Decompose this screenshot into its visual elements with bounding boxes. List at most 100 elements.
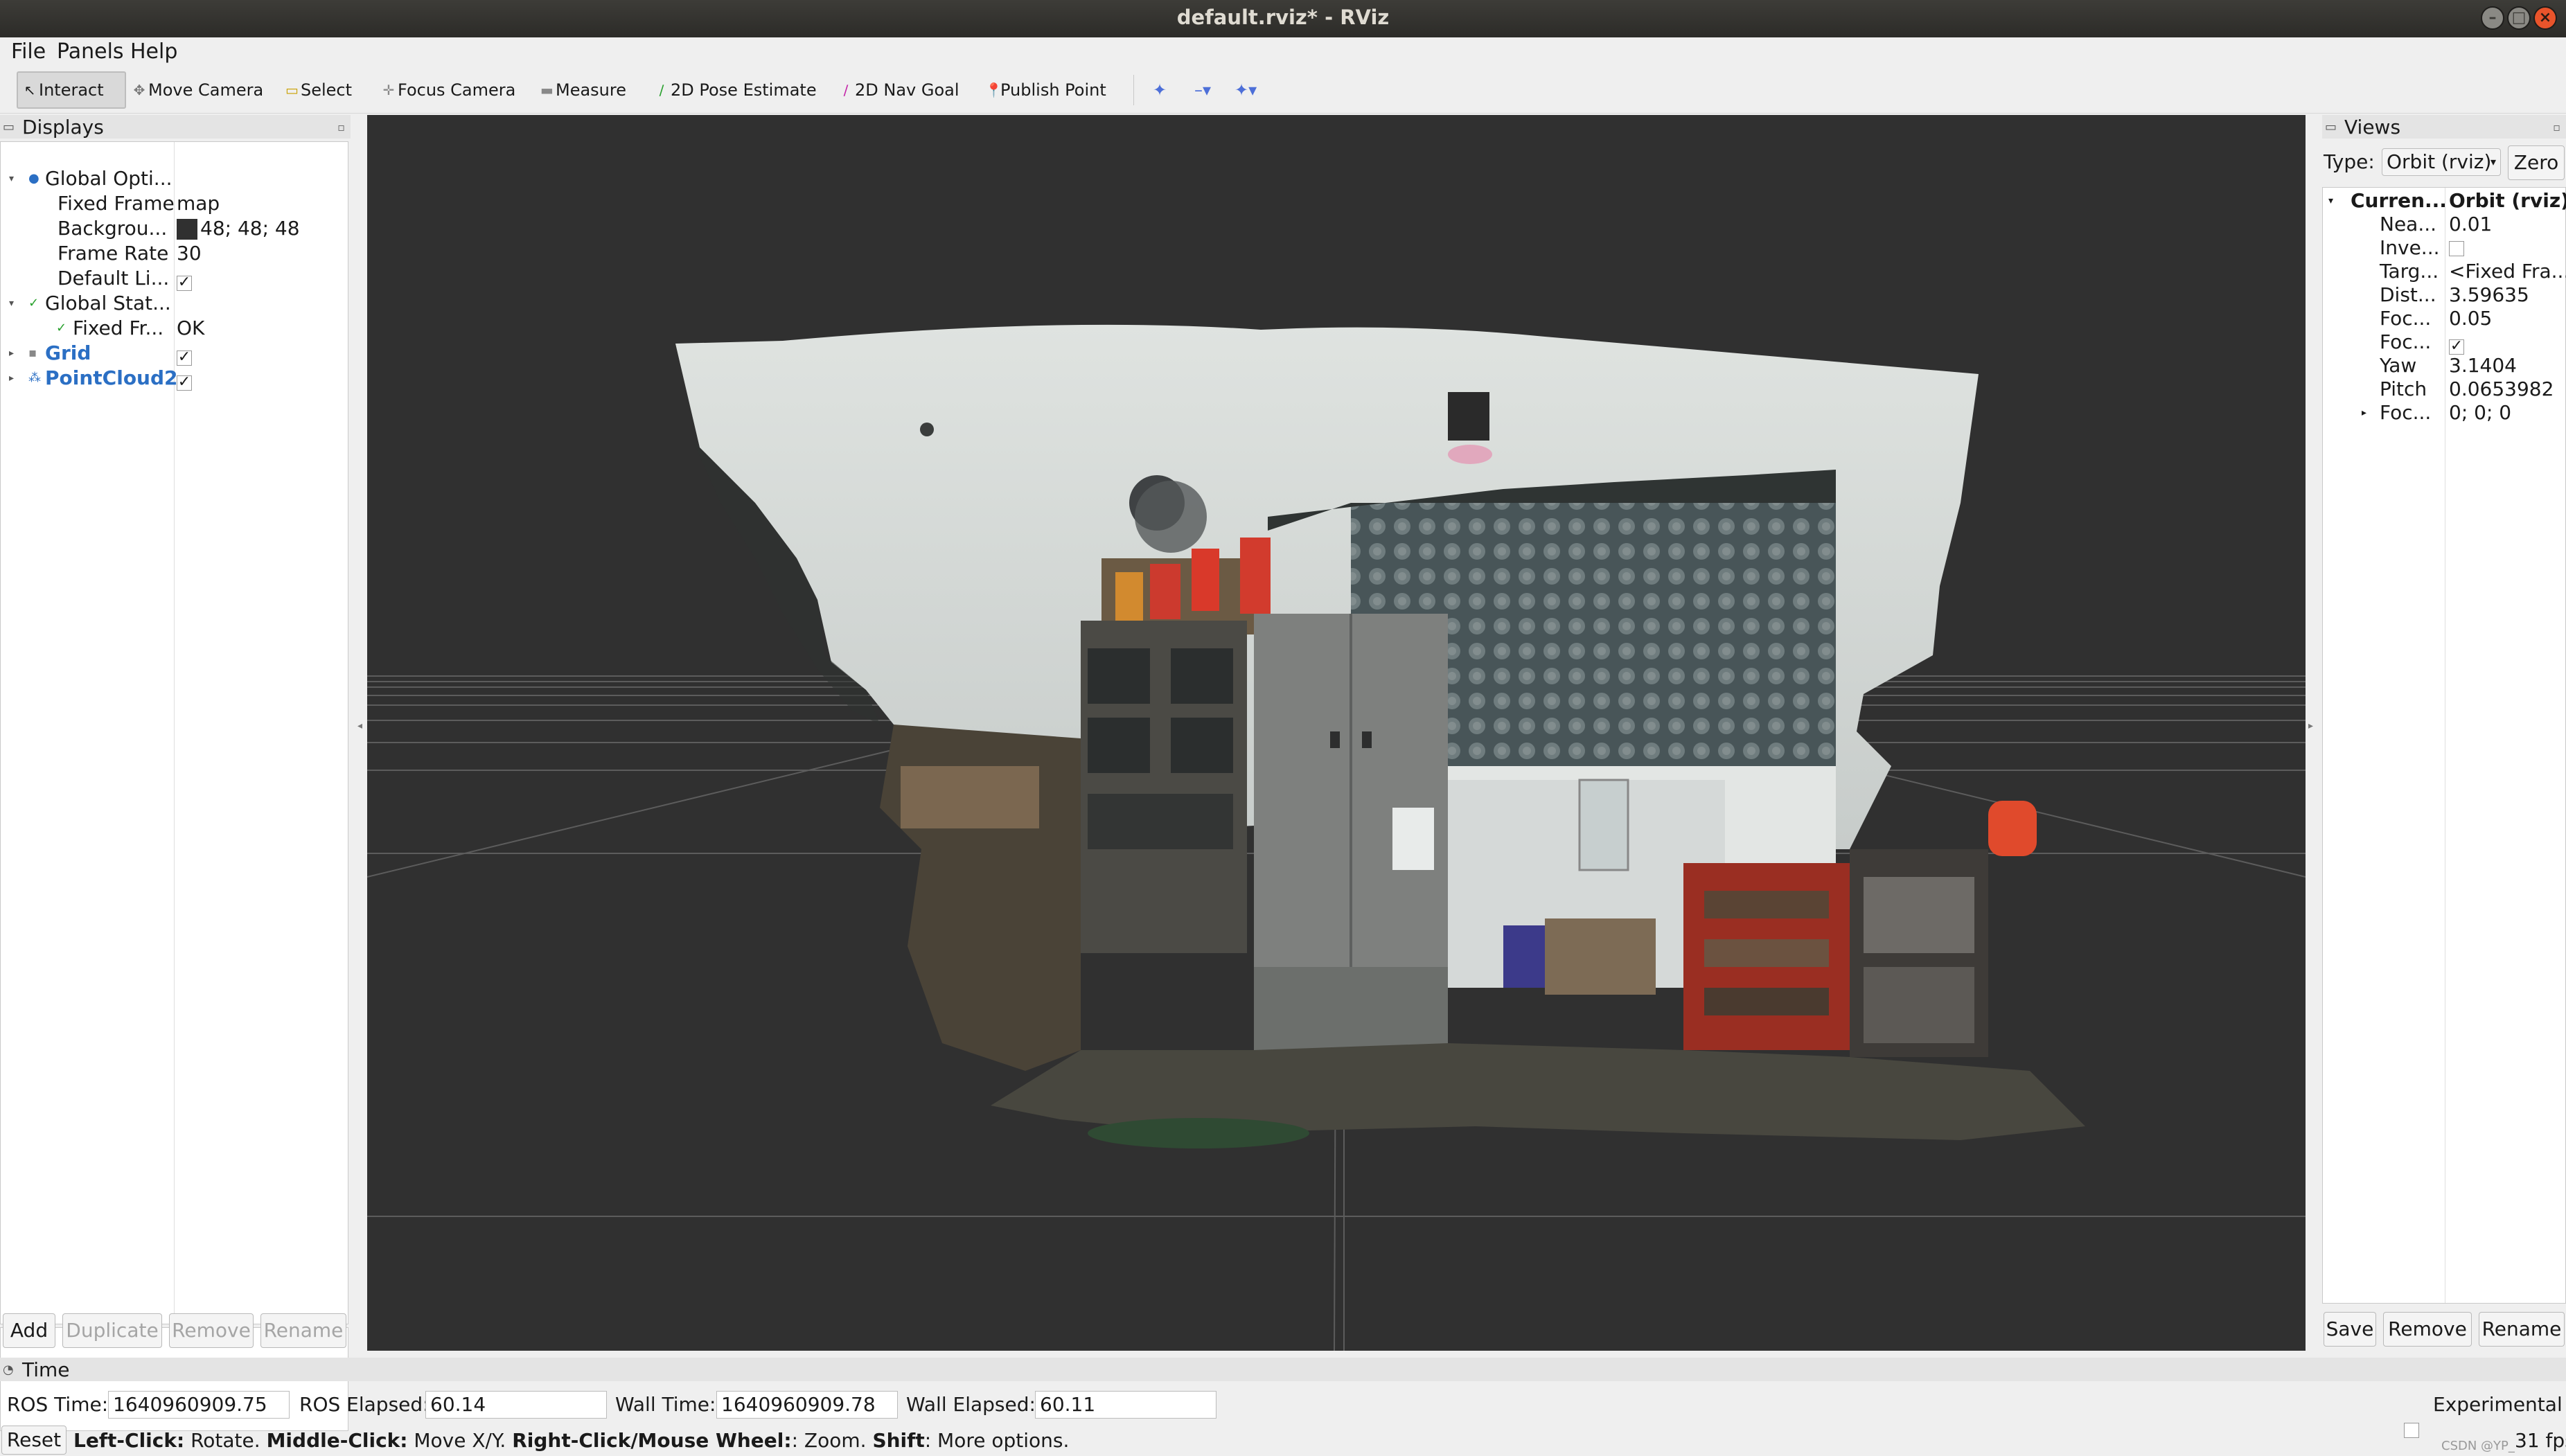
tree-row-pointcloud2[interactable]: ▸ ⁂ PointCloud2 ✓ — [1, 366, 347, 391]
splitter-left-icon[interactable]: ◂ — [357, 720, 362, 731]
tree-value[interactable]: ✓ — [177, 341, 192, 366]
time-title: Time — [22, 1358, 70, 1381]
menu-help[interactable]: Help — [130, 39, 177, 64]
tree-row-fixed-frame-status[interactable]: ✓ Fixed Fr... OK — [1, 316, 347, 341]
tool-measure[interactable]: ▬ Measure — [535, 71, 632, 109]
view-value[interactable]: 0.0653982 — [2449, 378, 2554, 401]
zero-button[interactable]: Zero — [2508, 145, 2565, 180]
expand-arrow-icon[interactable]: ▾ — [2328, 189, 2333, 213]
view-value[interactable]: ✓ — [2449, 330, 2464, 355]
interact-icon: ↖ — [24, 82, 36, 98]
view-value[interactable]: <Fixed Fra... — [2449, 260, 2566, 283]
view-value[interactable]: 0.05 — [2449, 307, 2492, 330]
view-key: Dist... — [2380, 283, 2436, 306]
tool-label: 2D Pose Estimate — [671, 80, 817, 100]
tree-row-global-status[interactable]: ▾ ✓ Global Stat... — [1, 291, 347, 316]
tree-row-fixed-frame[interactable]: Fixed Frame map — [1, 191, 347, 216]
3d-render-viewport[interactable] — [367, 115, 2306, 1351]
checkbox-unchecked[interactable] — [2449, 241, 2464, 256]
add-display-button[interactable]: Add — [3, 1313, 55, 1348]
wall-elapsed-field[interactable]: 60.11 — [1035, 1391, 1216, 1419]
tree-row-grid[interactable]: ▸ ▪ Grid ✓ — [1, 341, 347, 366]
maximize-button[interactable]: □ — [2507, 6, 2531, 30]
remove-view-button[interactable]: Remove — [2383, 1312, 2472, 1347]
views-tree: ▾ Curren... Orbit (rviz) Nea... 0.01 Inv… — [2322, 187, 2566, 1304]
checkbox-checked[interactable]: ✓ — [177, 350, 192, 366]
tool-select[interactable]: ▭ Select — [280, 71, 357, 109]
splitter-right-icon[interactable]: ▸ — [2308, 720, 2313, 731]
view-row-target-frame[interactable]: Targ... <Fixed Fra... — [2323, 260, 2566, 283]
view-row-focal-shape-size[interactable]: Foc... 0.05 — [2323, 307, 2565, 330]
expand-arrow-icon[interactable]: ▾ — [9, 291, 14, 316]
duplicate-display-button[interactable]: Duplicate — [62, 1313, 162, 1348]
checkbox-checked[interactable]: ✓ — [177, 275, 192, 291]
view-row-distance[interactable]: Dist... 3.59635 — [2323, 283, 2565, 307]
view-row-yaw[interactable]: Yaw 3.1404 — [2323, 354, 2565, 378]
tree-row-global-options[interactable]: ▾ ● Global Opti... — [1, 166, 347, 191]
view-value[interactable]: 0.01 — [2449, 213, 2492, 236]
tool-2d-pose-estimate[interactable]: ∕ 2D Pose Estimate — [650, 71, 822, 109]
remove-tool-button[interactable]: –▾ — [1189, 71, 1216, 109]
fps-counter: 31 fps — [2515, 1429, 2566, 1452]
menu-file[interactable]: File — [11, 39, 46, 64]
tool-focus-camera[interactable]: ✛ Focus Camera — [377, 71, 521, 109]
expand-arrow-icon[interactable]: ▾ — [9, 166, 14, 191]
tree-row-background[interactable]: Backgrou... 48; 48; 48 — [1, 216, 347, 241]
view-value[interactable]: 0; 0; 0 — [2449, 401, 2511, 425]
window-title-bar: default.rviz* - RViz – □ × — [0, 0, 2566, 37]
tool-move-camera[interactable]: ✥ Move Camera — [127, 71, 269, 109]
view-row-pitch[interactable]: Pitch 0.0653982 — [2323, 378, 2565, 401]
tree-value[interactable]: ✓ — [177, 266, 192, 291]
panel-undock-icon[interactable]: ▫ — [2553, 121, 2560, 134]
tree-key: Frame Rate — [57, 242, 169, 265]
hint-key: Shift — [872, 1429, 925, 1452]
tree-value[interactable]: ✓ — [177, 366, 192, 391]
menu-panels[interactable]: Panels — [57, 39, 124, 64]
tool-publish-point[interactable]: 📍 Publish Point — [980, 71, 1112, 109]
view-row-focal-point[interactable]: ▸ Foc... 0; 0; 0 — [2323, 401, 2565, 425]
rename-display-button[interactable]: Rename — [260, 1313, 346, 1348]
tool-label: Focus Camera — [398, 80, 516, 100]
collapse-arrow-icon[interactable]: ▸ — [9, 366, 14, 391]
tool-2d-nav-goal[interactable]: ∕ 2D Nav Goal — [834, 71, 965, 109]
view-type-select[interactable]: Orbit (rviz) ▾ — [2382, 148, 2501, 176]
add-tool-button[interactable]: ✦ — [1147, 71, 1172, 109]
save-view-button[interactable]: Save — [2324, 1312, 2376, 1347]
tree-row-default-light[interactable]: Default Li... ✓ — [1, 266, 347, 291]
wall-time-field[interactable]: 1640960909.78 — [716, 1391, 898, 1419]
tree-value[interactable]: map — [177, 191, 220, 216]
views-panel: ▭ Views ▫ Type: Orbit (rviz) ▾ Zero ▾ Cu… — [2322, 115, 2566, 1351]
view-row-current[interactable]: ▾ Curren... Orbit (rviz) — [2323, 189, 2566, 213]
tree-row-frame-rate[interactable]: Frame Rate 30 — [1, 241, 347, 266]
tool-interact[interactable]: ↖ Interact — [17, 71, 126, 109]
checkbox-checked[interactable]: ✓ — [177, 375, 192, 391]
view-key: Pitch — [2380, 378, 2427, 400]
ros-elapsed-field[interactable]: 60.14 — [425, 1391, 607, 1419]
reset-button[interactable]: Reset — [1, 1426, 67, 1455]
tool-properties-button[interactable]: ✦▾ — [1229, 71, 1262, 109]
tree-value[interactable]: 30 — [177, 241, 202, 266]
ros-time-field[interactable]: 1640960909.75 — [108, 1391, 290, 1419]
view-value[interactable] — [2449, 236, 2464, 260]
remove-tool-icon: –▾ — [1194, 80, 1212, 100]
checkbox-checked[interactable]: ✓ — [2449, 339, 2464, 355]
menu-bar: File Panels Help — [0, 37, 2566, 66]
view-row-focal-shape-fixed[interactable]: Foc... ✓ — [2323, 330, 2565, 355]
tree-value[interactable]: 48; 48; 48 — [177, 216, 300, 241]
panel-icon: ▭ — [3, 119, 15, 134]
collapse-arrow-icon[interactable]: ▸ — [2362, 401, 2366, 425]
view-value[interactable]: 3.59635 — [2449, 283, 2529, 307]
wall-time-label: Wall Time: — [615, 1393, 716, 1416]
panel-undock-icon[interactable]: ▫ — [337, 121, 345, 134]
tree-key: Backgrou... — [57, 217, 168, 240]
view-value[interactable]: 3.1404 — [2449, 354, 2517, 378]
collapse-arrow-icon[interactable]: ▸ — [9, 341, 14, 366]
remove-display-button[interactable]: Remove — [169, 1313, 254, 1348]
rename-view-button[interactable]: Rename — [2479, 1312, 2565, 1347]
experimental-checkbox[interactable] — [2404, 1423, 2419, 1438]
view-row-invert[interactable]: Inve... — [2323, 236, 2565, 260]
minimize-button[interactable]: – — [2481, 6, 2504, 30]
close-button[interactable]: × — [2533, 6, 2557, 30]
view-row-near-clip[interactable]: Nea... 0.01 — [2323, 213, 2565, 236]
color-swatch[interactable] — [177, 219, 197, 240]
